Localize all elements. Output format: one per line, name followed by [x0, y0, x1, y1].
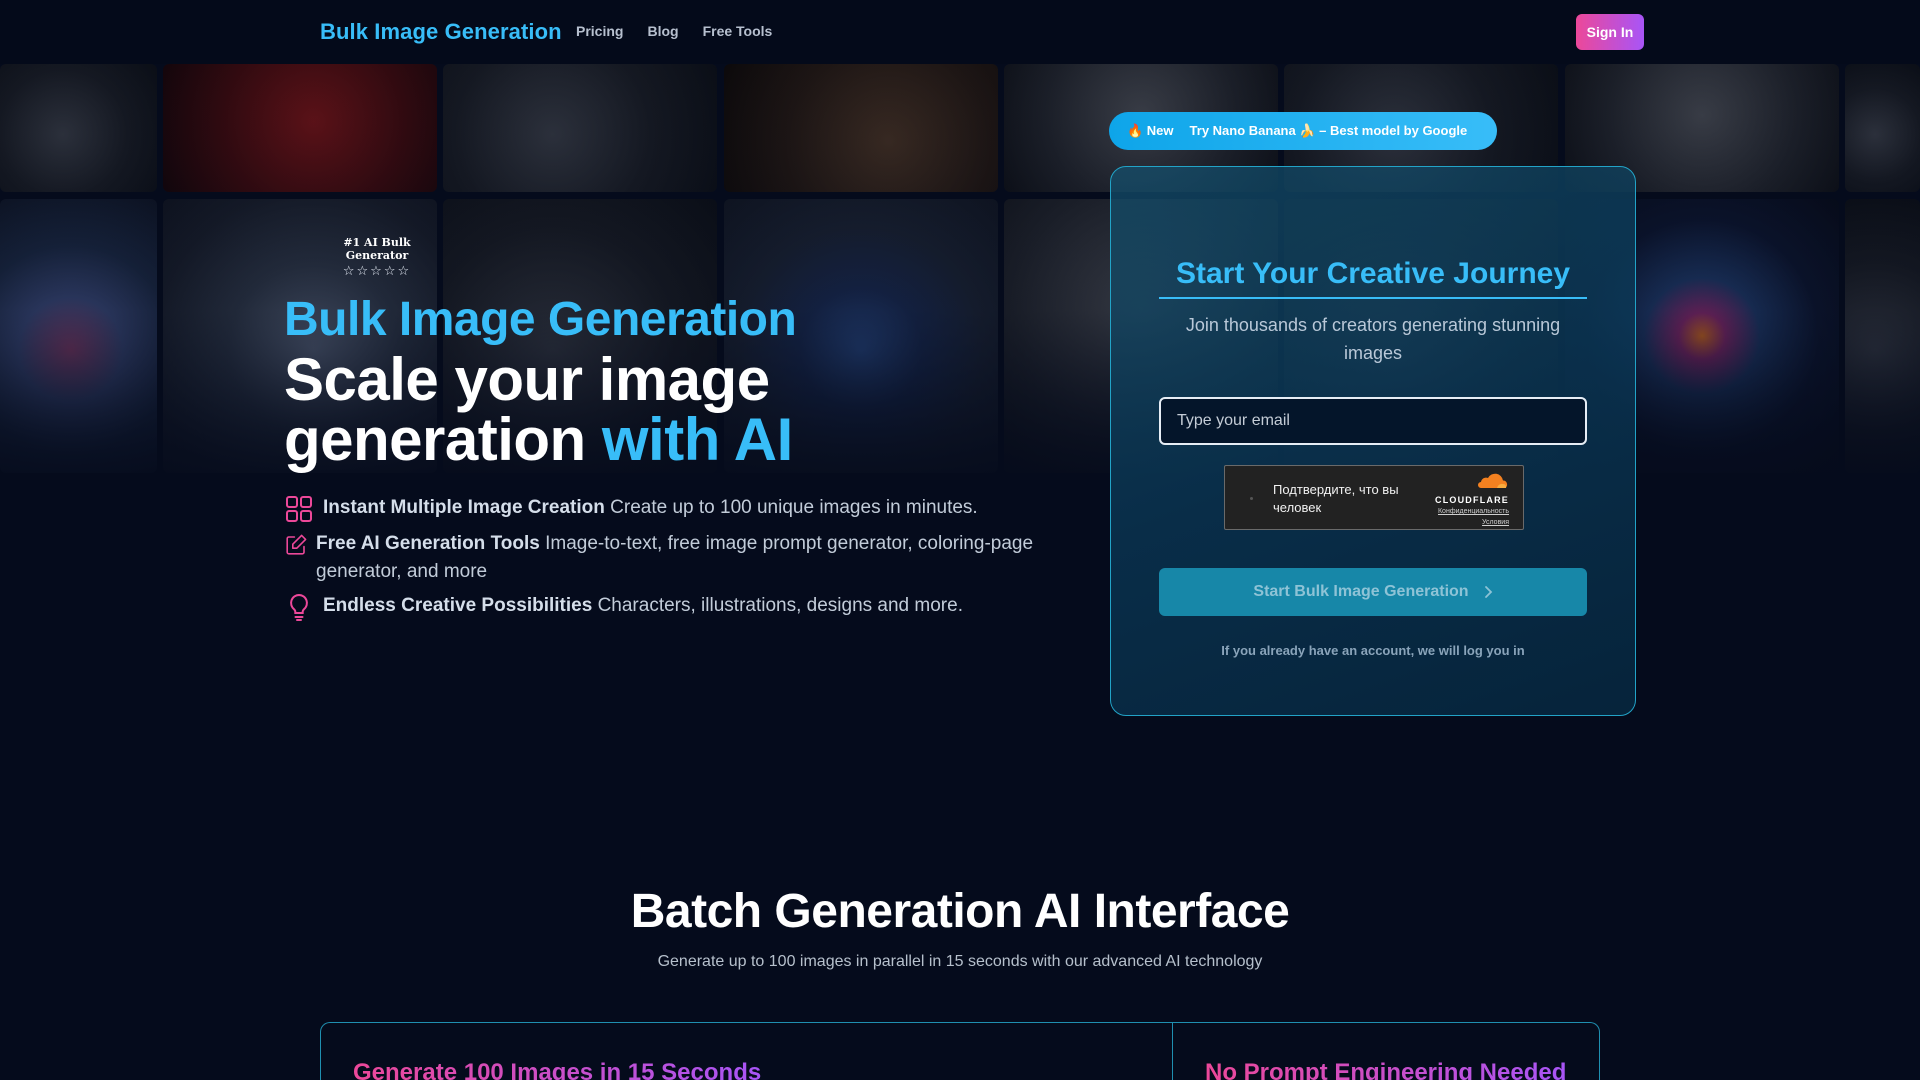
feature-desc: Create up to 100 unique images in minute…	[610, 497, 978, 518]
badge-label: #1 AI Bulk Generator	[343, 236, 411, 262]
start-generation-button[interactable]: Start Bulk Image Generation	[1159, 568, 1587, 616]
star-rating-icon: ☆☆☆☆☆	[342, 263, 412, 278]
edit-icon	[286, 534, 307, 555]
panel-heading-prompt: No Prompt Engineering Needed	[1205, 1059, 1566, 1080]
panel-divider	[1172, 1023, 1173, 1080]
cloudflare-logo: CLOUDFLARE Конфиденциальность Условия	[1429, 472, 1509, 527]
sign-in-button[interactable]: Sign In	[1576, 14, 1644, 50]
promo-text: Try Nano Banana 🍌 – Best model by Google	[1189, 123, 1468, 138]
feature-text: Instant Multiple Image Creation Create u…	[323, 494, 978, 522]
feature-text: Free AI Generation Tools Image-to-text, …	[316, 530, 1044, 586]
nav-link-free-tools[interactable]: Free Tools	[703, 23, 773, 39]
captcha-terms-link[interactable]: Условия	[1429, 518, 1509, 527]
section-title: Batch Generation AI Interface	[630, 885, 1290, 938]
feature-title: Instant Multiple Image Creation	[323, 497, 605, 518]
captcha-privacy-link[interactable]: Конфиденциальность	[1429, 507, 1509, 516]
cloudflare-wordmark: CLOUDFLARE	[1435, 495, 1509, 505]
feature-desc: Characters, illustrations, designs and m…	[597, 595, 963, 616]
cloudflare-captcha[interactable]: Подтвердите, что вы человек CLOUDFLARE К…	[1224, 465, 1524, 530]
feature-text: Endless Creative Possibilities Character…	[323, 592, 963, 620]
section-subtitle: Generate up to 100 images in parallel in…	[657, 953, 1263, 970]
new-tag: 🔥 New	[1127, 123, 1174, 138]
feature-item: Instant Multiple Image Creation Create u…	[284, 494, 1044, 524]
feature-item: Free AI Generation Tools Image-to-text, …	[284, 530, 1044, 586]
grid-icon	[286, 496, 312, 522]
panel-heading-speed: Generate 100 Images in 15 Seconds	[353, 1059, 761, 1080]
chevron-right-icon	[1484, 586, 1492, 598]
feature-title: Free AI Generation Tools	[316, 533, 540, 554]
signup-title: Start Your Creative Journey	[1159, 257, 1587, 299]
nav-links: Pricing Blog Free Tools	[576, 23, 772, 39]
hero-title-accent: with AI	[601, 406, 793, 473]
new-model-banner[interactable]: 🔥 New Try Nano Banana 🍌 – Best model by …	[1109, 112, 1497, 150]
lightbulb-icon	[290, 593, 308, 621]
hero-title: Scale your image generation with AI	[284, 350, 984, 470]
feature-item: Endless Creative Possibilities Character…	[284, 592, 1044, 622]
feature-panels: Generate 100 Images in 15 Seconds No Pro…	[320, 1022, 1600, 1080]
captcha-spinner-icon	[1250, 497, 1253, 500]
email-input[interactable]	[1159, 397, 1587, 445]
login-note: If you already have an account, we will …	[1221, 643, 1525, 658]
captcha-text: Подтвердите, что вы человек	[1273, 482, 1399, 515]
hero-kicker: Bulk Image Generation	[284, 293, 797, 346]
feature-list: Instant Multiple Image Creation Create u…	[284, 494, 1044, 628]
cloud-icon	[1478, 473, 1508, 488]
start-button-label: Start Bulk Image Generation	[1253, 583, 1469, 600]
nav-link-blog[interactable]: Blog	[647, 23, 678, 39]
feature-title: Endless Creative Possibilities	[323, 595, 593, 616]
rating-badge: #1 AI Bulk Generator ☆☆☆☆☆	[317, 236, 437, 279]
nav-link-pricing[interactable]: Pricing	[576, 23, 623, 39]
signup-subtitle: Join thousands of creators generating st…	[1185, 315, 1561, 363]
signup-card: Start Your Creative Journey Join thousan…	[1110, 166, 1636, 716]
brand-logo[interactable]: Bulk Image Generation	[320, 19, 562, 45]
top-navbar: Bulk Image Generation Pricing Blog Free …	[0, 0, 1920, 64]
